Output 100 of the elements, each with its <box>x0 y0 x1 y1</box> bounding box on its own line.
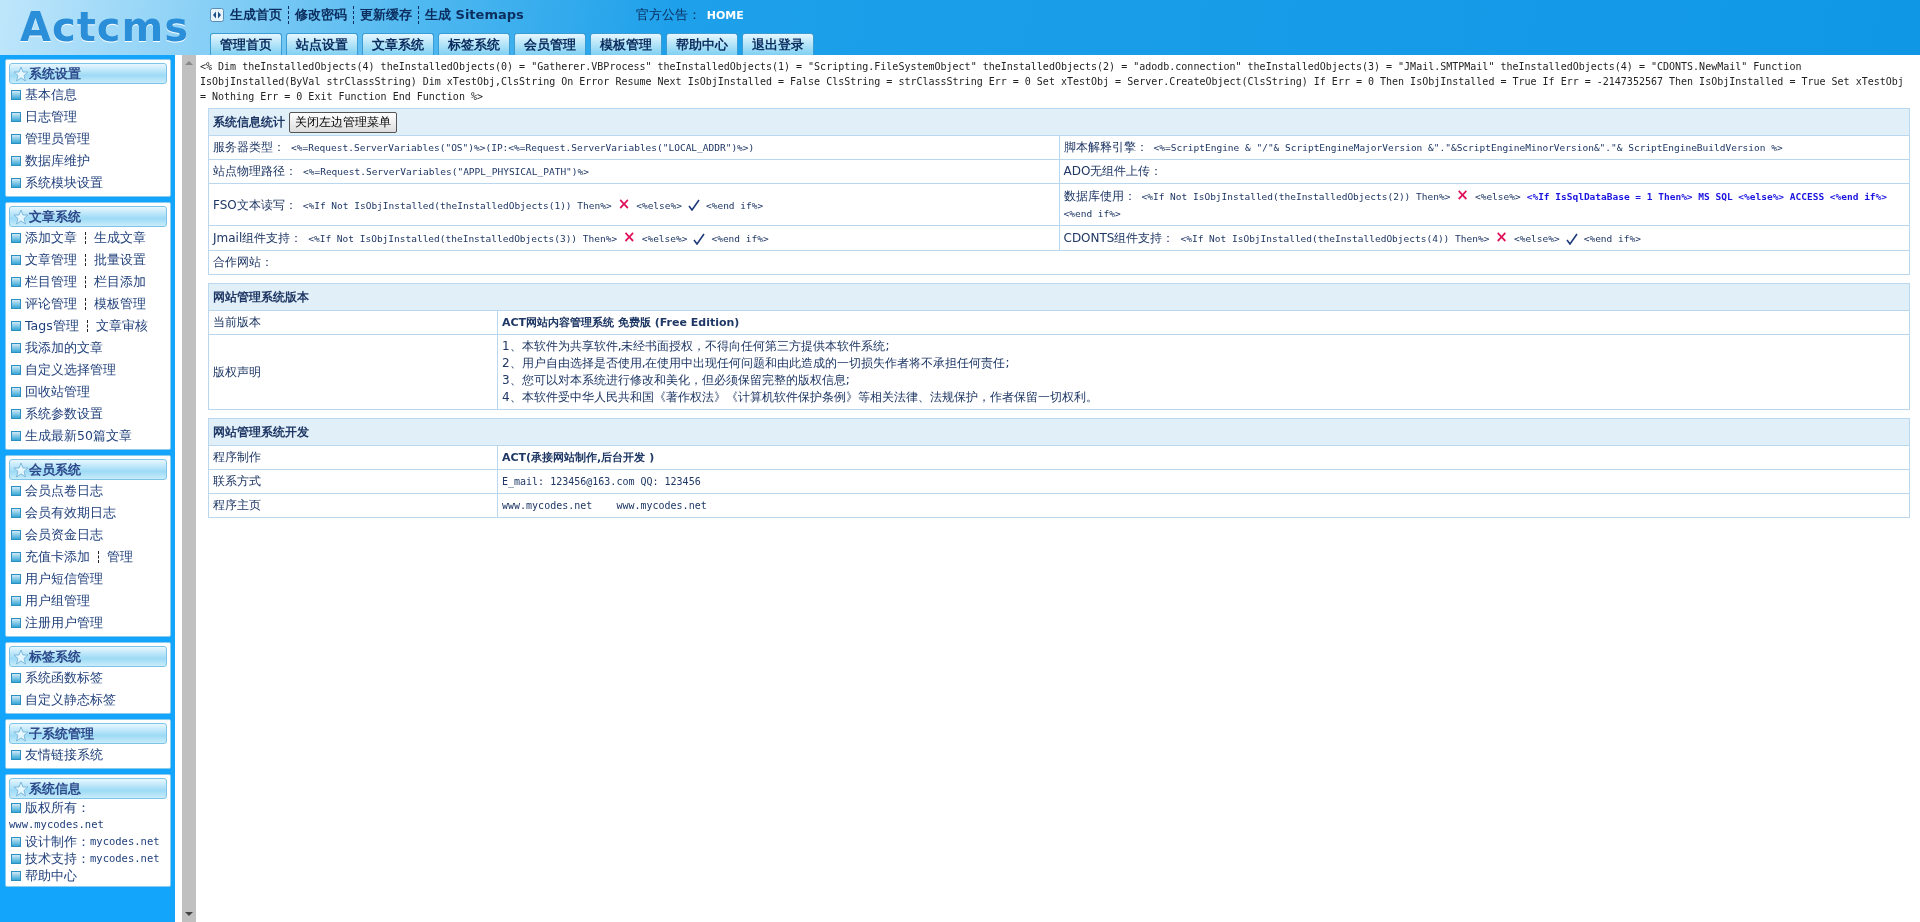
sidebar-link[interactable]: 会员点卷日志 <box>25 482 103 500</box>
sidebar-link[interactable]: 注册用户管理 <box>25 614 103 632</box>
bullet-icon <box>11 431 21 441</box>
sidebar-link[interactable]: 自定义静态标签 <box>25 691 116 709</box>
bullet-icon <box>11 409 21 419</box>
table-cell: 数据库使用： <%If Not IsObjInstalled(theInstalledObjects(2)) Then%> × <%else%> <%If IsSqlDataBase = 1 Then%> MS SQL <%else%> ACCESS <%end if%> <%end if%> <box>1059 183 1910 226</box>
bullet-icon <box>11 870 21 881</box>
table-cell: 程序主页 <box>208 493 498 518</box>
info-value: mycodes.net <box>90 834 160 849</box>
bullet-icon <box>11 134 21 144</box>
header-link[interactable]: 更新缓存 <box>360 6 419 24</box>
bullet-icon <box>11 112 21 122</box>
bullet-icon <box>11 508 21 518</box>
nav-tab[interactable]: 文章系统 <box>362 33 434 55</box>
sidebar-link[interactable]: 系统模块设置 <box>25 174 103 192</box>
info-value: www.mycodes.net <box>9 817 104 832</box>
sidebar-link[interactable]: 模板管理 <box>94 295 146 313</box>
bullet-icon <box>11 530 21 540</box>
bullet-icon <box>11 695 21 705</box>
table-cell: 版权声明 <box>208 334 498 410</box>
table-cell: FSO文本读写： <%If Not IsObjInstalled(theInstalledObjects(1)) Then%> × <%else%> <%end if%> <box>208 183 1059 226</box>
info-label: 设计制作： <box>25 833 90 850</box>
table-cell: ACT(承接网站制作,后台开发 ) <box>497 445 1910 470</box>
table-cell: 当前版本 <box>208 310 498 335</box>
bullet-icon <box>11 343 21 353</box>
table-cell: 合作网站： <box>208 250 1910 275</box>
sidebar-link[interactable]: 用户组管理 <box>25 592 90 610</box>
sidebar-link[interactable]: 回收站管理 <box>25 383 90 401</box>
scroll-down-icon[interactable] <box>184 911 194 917</box>
check-icon <box>1565 232 1578 245</box>
close-menu-button[interactable]: 关闭左边管理菜单 <box>289 111 397 133</box>
bullet-icon <box>11 596 21 606</box>
header-link[interactable]: 生成首页 <box>230 6 289 24</box>
sidebar-link[interactable]: 评论管理 <box>25 295 77 313</box>
table-cell: CDONTS组件支持： <%If Not IsObjInstalled(theInstalledObjects(4)) Then%> × <%else%> <%end if%> <box>1059 225 1910 251</box>
script-text: <% Dim theInstalledObjects(4) theInstalledObjects(0) = "Gatherer.VBProcess" theInstalledObjects(1) = "Scripting.FileSystemObject" theInstalledObjects(2) = "adodb.connection" theInstalledObjects(3) = "JMail.SMTPMail" theInstalledObjects(4) = "CDONTS.NewMail" Function IsObjInstalled(ByVal strClassString) Dim xTestObj,ClsString On Error Resume Next IsObjInstalled = False ClsString = strClassString Err = 0 Set xTestObj = Server.CreateObject(ClsString) If Err = 0 Then IsObjInstalled = True If Err = -2147352567 Then IsObjInstalled = True Set xTestObj = Nothing Err = 0 Exit Function End Function %> <box>200 60 1905 104</box>
header-link[interactable]: 生成 Sitemaps <box>425 6 530 24</box>
sidebar-link[interactable]: 管理员管理 <box>25 130 90 148</box>
sidebar-link[interactable]: 文章审核 <box>95 317 148 335</box>
sidebar-link[interactable]: 栏目管理 <box>25 273 77 291</box>
notice-label: 官方公告： <box>635 6 701 24</box>
sidebar-link[interactable]: 数据库维护 <box>25 152 90 170</box>
scrollbar[interactable] <box>179 55 196 922</box>
sidebar-link[interactable]: 生成最新50篇文章 <box>25 427 132 445</box>
sidebar-link[interactable]: 日志管理 <box>25 108 77 126</box>
sidebar-link[interactable]: 系统参数设置 <box>25 405 103 423</box>
table-cell: E_mail: 123456@163.com QQ: 123456 <box>497 469 1910 494</box>
info-value: mycodes.net <box>90 851 160 866</box>
sidebar-link[interactable]: 自定义选择管理 <box>25 361 116 379</box>
sidebar-link[interactable]: 批量设置 <box>94 251 146 269</box>
table-cell: 1、本软件为共享软件,未经书面授权，不得向任何第三方提供本软件系统; 2、用户自由选择是否使用,在使用中出现任何问题和由此造成的一切损失作者将不承担任何责任; 3、您可以对本系统进行修改和美化，但必须保留完整的版权信息; 4、本软件受中华人民共和国《著作权法》《计算机软件保护条例》等相关法律、法规保护，作者保留一切权利。 <box>497 334 1910 410</box>
sidebar-link[interactable]: 系统函数标签 <box>25 669 103 687</box>
section-title: 系统信息统计 <box>213 114 285 129</box>
bullet-icon <box>11 574 21 584</box>
sidebar-link[interactable]: 管理 <box>107 548 133 566</box>
sidebar-link[interactable]: 充值卡添加 <box>25 548 90 566</box>
sidebar-link[interactable]: 添加文章 <box>25 229 77 247</box>
sidebar-link[interactable]: Tags管理 <box>25 317 79 335</box>
bullet-icon <box>11 299 21 309</box>
panel-title-text: 子系统管理 <box>29 724 94 743</box>
bullet-icon <box>11 618 21 628</box>
section-title: 网站管理系统版本 <box>208 283 1910 311</box>
nav-tab[interactable]: 帮助中心 <box>666 33 738 55</box>
bullet-icon <box>11 365 21 375</box>
panel-title-text: 系统设置 <box>29 64 81 83</box>
check-icon <box>693 232 706 245</box>
bullet-icon <box>11 255 21 265</box>
nav-tab[interactable]: 模板管理 <box>590 33 662 55</box>
table-cell: ACT网站内容管理系统 免费版 (Free Edition) <box>497 310 1910 335</box>
panel-title-text: 文章系统 <box>29 207 81 226</box>
table-cell: ADO无组件上传： <box>1059 159 1910 184</box>
nav-tab[interactable]: 标签系统 <box>438 33 510 55</box>
nav-tab[interactable]: 站点设置 <box>286 33 358 55</box>
sidebar-link[interactable]: 栏目添加 <box>94 273 146 291</box>
header-link[interactable]: 修改密码 <box>295 6 354 24</box>
table-cell: Jmail组件支持： <%If Not IsObjInstalled(theInstalledObjects(3)) Then%> × <%else%> <%end if%> <box>208 225 1059 251</box>
sidebar-link[interactable]: 会员有效期日志 <box>25 504 116 522</box>
bullet-icon <box>11 233 21 243</box>
sidebar-link[interactable]: 基本信息 <box>25 86 77 104</box>
info-label: 技术支持： <box>25 850 90 867</box>
bullet-icon <box>11 90 21 100</box>
nav-tab[interactable]: 会员管理 <box>514 33 586 55</box>
table-cell: www.mycodes.net www.mycodes.net <box>497 493 1910 518</box>
bullet-icon <box>11 486 21 496</box>
sidebar-link[interactable]: 文章管理 <box>25 251 77 269</box>
sidebar-link[interactable]: 生成文章 <box>94 229 146 247</box>
info-label: 版权所有： <box>25 799 90 816</box>
table-cell: 程序制作 <box>208 445 498 470</box>
check-icon <box>687 199 700 211</box>
bullet-icon <box>11 673 21 683</box>
bullet-icon <box>11 178 21 188</box>
bullet-icon <box>11 387 21 397</box>
sidebar-link[interactable]: 用户短信管理 <box>25 570 103 588</box>
nav-tab[interactable]: 退出登录 <box>742 33 814 55</box>
sidebar-link[interactable]: 友情链接系统 <box>25 746 103 764</box>
sidebar-link[interactable]: 会员资金日志 <box>25 526 103 544</box>
toggle-arrows-icon[interactable] <box>210 8 224 22</box>
sidebar-link[interactable]: 我添加的文章 <box>25 339 103 357</box>
table-cell: 联系方式 <box>208 469 498 494</box>
nav-tab[interactable]: 管理首页 <box>210 33 282 55</box>
